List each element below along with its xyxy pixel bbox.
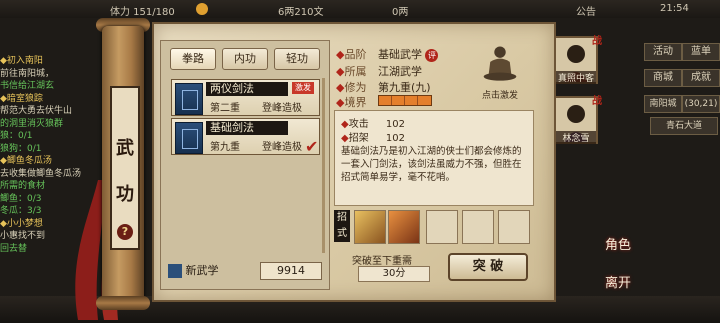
skill-book-icon <box>175 122 203 154</box>
new-skill-label: 新武学 <box>185 264 219 277</box>
meditating-figure-icon <box>483 46 517 81</box>
panel-title: 武 功 ? <box>110 86 140 250</box>
battle-tag: 战 <box>592 96 602 107</box>
help-icon[interactable]: ? <box>117 224 133 240</box>
attack-row: ◆攻击 102 <box>341 119 405 130</box>
exit-tab[interactable]: 离开 <box>605 272 631 291</box>
silver-text: 0两 <box>392 7 409 18</box>
moves-row: 招式 <box>334 210 534 246</box>
move-slot-2[interactable] <box>388 210 420 244</box>
skill-name: 两仪剑法 <box>206 82 288 96</box>
grade-value: 基础武学 <box>377 48 422 61</box>
belong-row: ◆所属 江湖武学 <box>336 65 422 78</box>
activate-caption: 点击激发 <box>481 91 518 101</box>
points-value: 9914 <box>277 264 305 277</box>
tab-inner[interactable]: 内功 <box>222 48 268 70</box>
tab-fist[interactable]: 拳路 <box>170 48 216 70</box>
quest-line: 去收集做鲫鱼冬瓜汤 <box>0 168 82 179</box>
list-scrollbar[interactable] <box>322 78 325 253</box>
city-label: 南阳城 <box>644 95 682 113</box>
party-member-2[interactable]: 林念雪 战 <box>554 96 602 144</box>
move-slot-3[interactable] <box>426 210 458 244</box>
cultivate-row: ◆修为 第九重(九) <box>336 81 431 94</box>
quest-line: 的洞里消灭狼群 <box>0 118 64 129</box>
skill-book-icon <box>175 83 203 115</box>
block-row: ◆招架 102 <box>341 133 405 144</box>
realm-progress-bar <box>378 95 432 106</box>
tab-light[interactable]: 轻功 <box>274 48 320 70</box>
quest-line: 狼：0/1 <box>0 131 33 141</box>
quest-line: 狼狗：0/1 <box>0 143 42 154</box>
move-slot-4[interactable] <box>462 210 494 244</box>
quest-title[interactable]: ◆初入南阳 <box>0 55 100 68</box>
member-name: 林念雪 <box>556 131 596 144</box>
battle-tag: 战 <box>592 36 602 47</box>
equipped-check-icon: ✔ <box>305 137 319 156</box>
belong-value: 江湖武学 <box>377 65 422 78</box>
new-skill-button[interactable]: 新武学 <box>168 262 256 280</box>
location-button[interactable]: 青石大道 <box>650 117 718 135</box>
realm-row: ◆境界 <box>336 96 367 109</box>
grade-row: ◆品阶 基础武学 评 <box>336 46 439 62</box>
next-requirement-label: 突破至下重需 <box>352 256 412 267</box>
title-char-1: 武 <box>116 138 134 159</box>
quest-title[interactable]: ◆鲫鱼冬瓜汤 <box>0 155 100 168</box>
add-energy-icon[interactable] <box>196 3 208 15</box>
block-value: 102 <box>385 133 405 144</box>
points-display: 9914 <box>260 262 322 280</box>
activity-button[interactable]: 活动 <box>644 43 682 61</box>
skill-level: 登峰造极 <box>262 103 302 114</box>
quest-line: 书信给江湖玄 <box>0 81 55 91</box>
skill-item-liangyi[interactable]: 两仪剑法 第二重 登峰造极 激发 <box>171 79 320 116</box>
next-cost: 30分 <box>358 266 430 282</box>
skill-description-box: ◆攻击 102 ◆招架 102 基础剑法乃是初入江湖的侠士们都会修炼的一套入门剑… <box>334 110 534 206</box>
move-slot-1[interactable] <box>354 210 386 244</box>
moves-label: 招式 <box>334 210 350 242</box>
skill-list-panel <box>160 40 330 290</box>
skill-level: 登峰造极 <box>262 142 302 153</box>
rate-badge[interactable]: 评 <box>425 49 439 62</box>
money-text: 6两210文 <box>278 7 324 18</box>
quest-title[interactable]: ◆暗室狼踪 <box>0 93 100 106</box>
skill-name: 基础剑法 <box>206 121 288 135</box>
achievement-button[interactable]: 成就 <box>682 69 720 87</box>
party-member-1[interactable]: 真照中客 战 <box>554 36 602 84</box>
new-skill-icon <box>168 264 182 278</box>
notice-link[interactable]: 公告 <box>576 3 596 18</box>
shop-button[interactable]: 商城 <box>644 69 682 87</box>
quest-line: 帮范大勇去伏牛山 <box>0 106 73 116</box>
quest-line: 前往南阳城， <box>0 68 55 79</box>
cultivate-value: 第九重(九) <box>377 81 431 94</box>
title-char-2: 功 <box>116 184 134 205</box>
skill-tier: 第九重 <box>210 142 240 153</box>
clock-text: 21:54 <box>660 3 689 14</box>
move-slot-5[interactable] <box>498 210 530 244</box>
activate-portrait[interactable]: 点击激发 <box>474 44 526 101</box>
activated-badge: 激发 <box>292 82 314 94</box>
skill-tier: 第二重 <box>210 103 240 114</box>
breakthrough-button[interactable]: 突 破 <box>448 253 528 281</box>
character-tab[interactable]: 角色 <box>605 234 631 253</box>
skill-item-basic-sword[interactable]: 基础剑法 第九重 登峰造极 ✔ <box>171 118 320 156</box>
scroll-rod: 武 功 ? <box>88 14 158 314</box>
skill-description: 基础剑法乃是初入江湖的侠士们都会修炼的一套入门剑法，该剑法虽威力不强，但胜在招式… <box>341 146 522 183</box>
coords-label: (30,21) <box>682 95 720 113</box>
blue-list-button[interactable]: 蓝单 <box>682 43 720 61</box>
member-name: 真照中客 <box>556 71 596 84</box>
